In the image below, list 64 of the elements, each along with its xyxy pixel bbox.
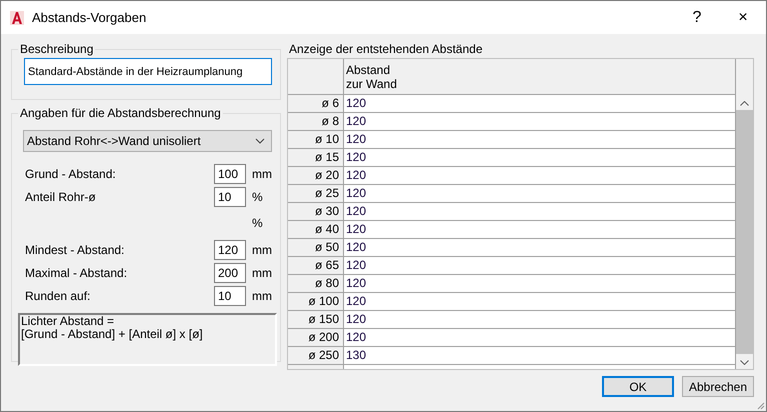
table-cell[interactable]: 120 (344, 184, 736, 203)
table-cell[interactable]: 120 (344, 130, 736, 149)
row-header: ø 15 (288, 148, 344, 167)
row-header: ø 25 (288, 184, 344, 203)
row-header: ø 20 (288, 166, 344, 185)
grid-title: Anzeige der entstehenden Abstände (288, 42, 484, 57)
table-cell[interactable]: 120 (344, 202, 736, 221)
window-title: Abstands-Vorgaben (32, 10, 148, 25)
chevron-down-icon[interactable] (740, 360, 749, 365)
number-input[interactable]: 10 (214, 186, 246, 206)
table-cell[interactable]: 120 (344, 256, 736, 275)
column-header: Abstand zur Wand (344, 58, 736, 95)
row-header: ø 200 (288, 328, 344, 347)
group-label: Angaben für die Abstandsberechnung (19, 106, 222, 120)
row-header: ø 30 (288, 202, 344, 221)
calculation-dropdown[interactable]: Abstand Rohr<->Wand unisoliert (23, 130, 272, 152)
table-cell[interactable]: 120 (344, 112, 736, 131)
unit-label: mm (252, 288, 272, 302)
unit-label: mm (252, 166, 272, 180)
description-input[interactable]: Standard-Abstände in der Heizraumplanung (24, 58, 272, 85)
number-input[interactable]: 100 (214, 164, 246, 184)
table-cell[interactable]: 120 (344, 220, 736, 239)
close-button[interactable]: × (720, 1, 766, 34)
row-header: ø 250 (288, 346, 344, 365)
field-label: Mindest - Abstand: (25, 242, 126, 256)
unit-label: % (252, 190, 264, 204)
row-header: ø 100 (288, 292, 344, 311)
formula-text: Lichter Abstand = [Grund - Abstand] + [Anteil ø] x [ø] (18, 313, 277, 366)
table-cell[interactable]: 120 (344, 166, 736, 185)
unit-label: mm (252, 266, 272, 280)
chevron-up-icon[interactable] (740, 100, 749, 106)
table-cell[interactable]: 120 (344, 238, 736, 257)
dialog-button[interactable]: OK (602, 376, 674, 397)
field-label: Anteil Rohr-ø (25, 190, 97, 204)
field-label: Maximal - Abstand: (25, 266, 128, 280)
row-header: ø 150 (288, 310, 344, 329)
unit-label: % (252, 216, 264, 230)
chevron-down-icon (255, 138, 265, 144)
dialog-button[interactable]: Abbrechen (682, 376, 754, 397)
row-header: ø 6 (288, 94, 344, 113)
table-cell[interactable]: 130 (344, 346, 736, 365)
table-cell[interactable]: 120 (344, 292, 736, 311)
table-cell[interactable]: 120 (344, 274, 736, 293)
table-cell[interactable]: 120 (344, 148, 736, 167)
table-cell[interactable]: 120 (344, 94, 736, 113)
help-button[interactable]: ? (674, 1, 720, 34)
row-header: ø 65 (288, 256, 344, 275)
scrollbar-thumb[interactable] (736, 110, 753, 354)
row-header: ø 80 (288, 274, 344, 293)
field-label: Grund - Abstand: (25, 166, 117, 180)
app-logo-icon (10, 10, 24, 24)
field-label: Runden auf: (25, 288, 92, 302)
table-cell[interactable]: 120 (344, 310, 736, 329)
row-header: ø 40 (288, 220, 344, 239)
table-cell[interactable]: 120 (344, 328, 736, 347)
number-input[interactable]: 120 (214, 240, 246, 260)
unit-label: mm (252, 242, 272, 256)
row-header: ø 8 (288, 112, 344, 131)
group-label: Beschreibung (19, 42, 94, 56)
number-input[interactable]: 200 (214, 262, 246, 282)
row-header: ø 10 (288, 130, 344, 149)
row-header: ø 50 (288, 238, 344, 257)
resize-grip-icon[interactable] (755, 400, 765, 410)
number-input[interactable]: 10 (214, 286, 246, 306)
